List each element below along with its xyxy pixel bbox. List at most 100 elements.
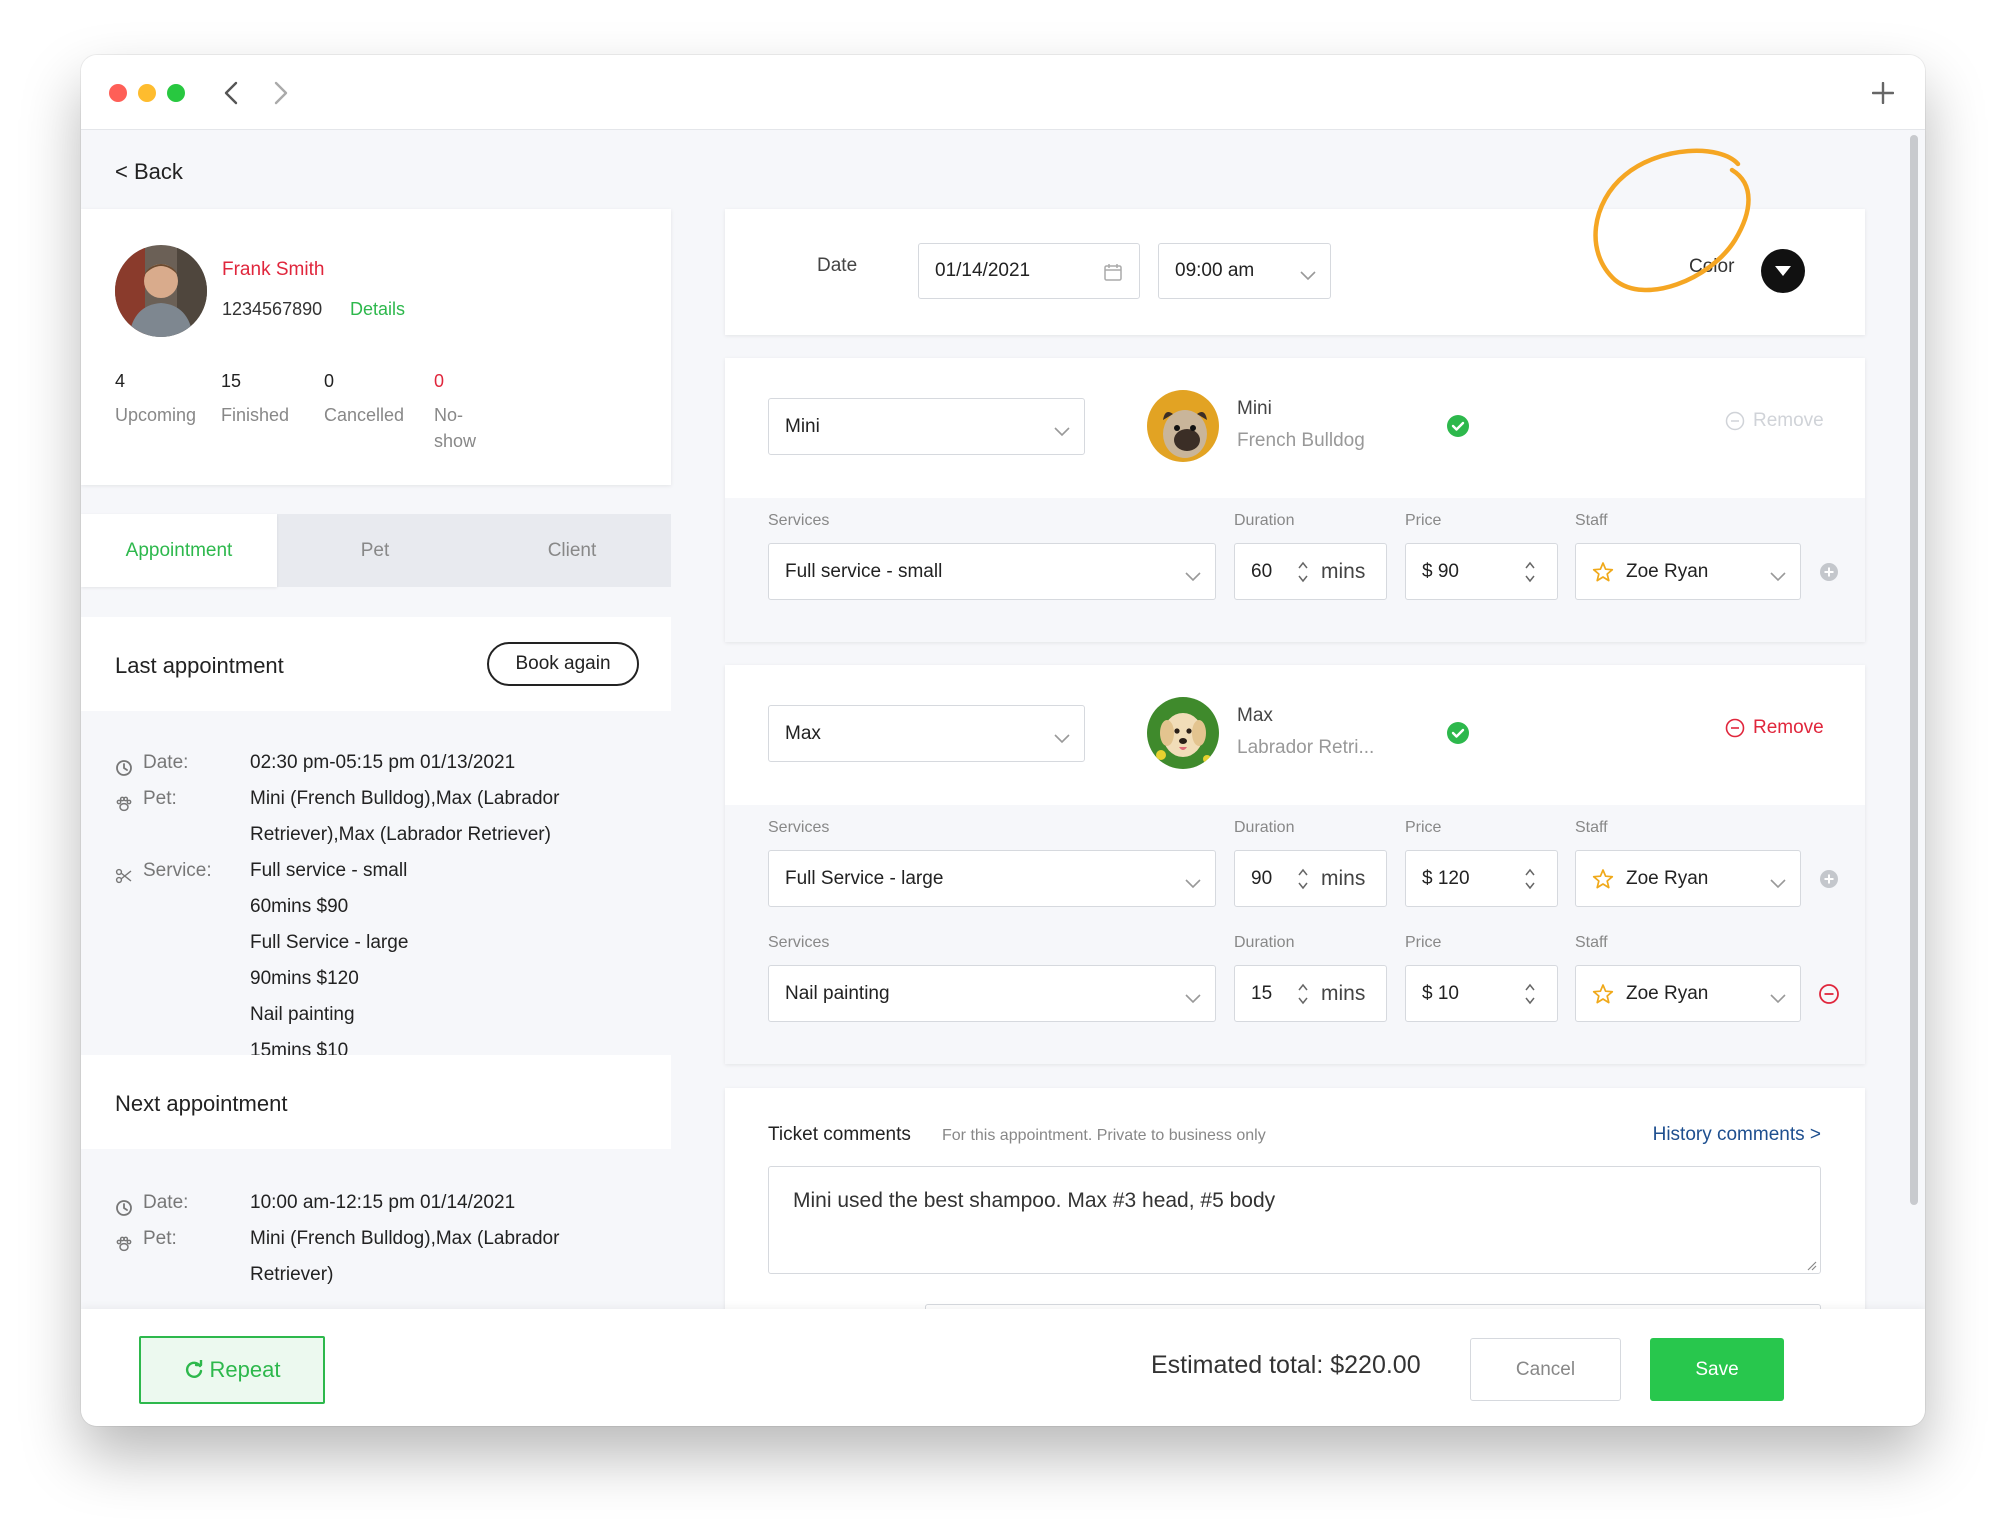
staff-select[interactable]: Zoe Ryan: [1575, 965, 1801, 1022]
staff-select[interactable]: Zoe Ryan: [1575, 850, 1801, 907]
duration-unit: mins: [1321, 981, 1366, 1005]
time-value: 09:00 am: [1175, 260, 1255, 281]
stepper-arrows-icon[interactable]: [1524, 866, 1536, 898]
new-tab-plus-icon[interactable]: [1863, 73, 1903, 113]
tab-appointment[interactable]: Appointment: [81, 514, 277, 587]
price-stepper[interactable]: $ 90: [1405, 543, 1558, 600]
time-select[interactable]: 09:00 am: [1158, 243, 1331, 299]
stepper-arrows-icon[interactable]: [1297, 559, 1309, 591]
stat-no-show-value: 0: [434, 371, 445, 391]
last-service-key: Service:: [143, 860, 212, 881]
pet-select[interactable]: Mini: [768, 398, 1085, 455]
stepper-arrows-icon[interactable]: [1524, 559, 1536, 591]
duration-stepper[interactable]: 60 mins: [1234, 543, 1387, 600]
browser-forward-icon[interactable]: [263, 75, 299, 111]
date-label: Date: [817, 255, 858, 276]
next-date-key: Date:: [143, 1192, 189, 1213]
pet-card-mini: Mini Mini French Bulldog Remove Services…: [725, 358, 1865, 642]
remove-pet-button[interactable]: Remove: [1725, 410, 1824, 432]
service-select[interactable]: Full Service - large: [768, 850, 1216, 907]
client-name[interactable]: Frank Smith: [222, 259, 324, 281]
price-stepper[interactable]: $ 120: [1405, 850, 1558, 907]
duration-value: 60: [1251, 560, 1273, 582]
service-value: Full Service - large: [785, 867, 944, 889]
chevron-down-icon: [1054, 728, 1070, 750]
back-link[interactable]: < Back: [115, 159, 183, 185]
remove-pet-label: Remove: [1753, 410, 1824, 431]
chevron-down-icon: [1770, 873, 1786, 895]
title-bar: [81, 55, 1925, 130]
last-pet-key: Pet:: [143, 788, 177, 809]
remove-service-minus-icon[interactable]: [1818, 983, 1840, 1005]
staff-column-label: Staff: [1575, 934, 1608, 951]
price-value: $ 120: [1422, 867, 1470, 889]
remove-pet-button[interactable]: Remove: [1725, 717, 1824, 739]
scrollbar-thumb[interactable]: [1910, 135, 1918, 1205]
duration-column-label: Duration: [1234, 819, 1295, 836]
duration-value: 15: [1251, 982, 1273, 1004]
repeat-label: Repeat: [209, 1357, 281, 1382]
last-date-value: 02:30 pm-05:15 pm 01/13/2021: [250, 752, 516, 773]
staff-column-label: Staff: [1575, 819, 1608, 836]
minimize-window-button[interactable]: [138, 84, 156, 102]
resize-grip-icon[interactable]: [1805, 1258, 1817, 1276]
tab-client[interactable]: Client: [474, 514, 670, 587]
price-stepper[interactable]: $ 10: [1405, 965, 1558, 1022]
calendar-icon[interactable]: [1103, 262, 1123, 288]
client-phone: 1234567890: [222, 299, 323, 319]
book-again-button[interactable]: Book again: [487, 642, 639, 686]
pet-select[interactable]: Max: [768, 705, 1085, 762]
refresh-icon: [185, 1360, 202, 1378]
next-pet-value-line1: Mini (French Bulldog),Max (Labrador: [250, 1228, 560, 1249]
stepper-arrows-icon[interactable]: [1524, 981, 1536, 1013]
pet-avatar: [1147, 390, 1219, 462]
minus-circle-icon: [1725, 411, 1745, 431]
chevron-down-icon: [1185, 566, 1201, 588]
date-picker-input[interactable]: 01/14/2021: [918, 243, 1140, 299]
next-appointment-header: Next appointment: [81, 1055, 671, 1149]
clock-icon: [115, 754, 133, 776]
stepper-arrows-icon[interactable]: [1297, 981, 1309, 1013]
duration-stepper[interactable]: 90 mins: [1234, 850, 1387, 907]
client-details-link[interactable]: Details: [350, 299, 405, 320]
cancel-button[interactable]: Cancel: [1470, 1338, 1621, 1401]
stat-cancelled-label: Cancelled: [324, 405, 405, 425]
stat-no-show: 0 No- show: [434, 371, 476, 454]
stepper-arrows-icon[interactable]: [1297, 866, 1309, 898]
add-service-plus-icon[interactable]: [1818, 868, 1840, 890]
history-comments-link[interactable]: History comments >: [1653, 1124, 1821, 1146]
paw-icon: [115, 790, 133, 812]
staff-value: Zoe Ryan: [1626, 560, 1709, 582]
service-select[interactable]: Nail painting: [768, 965, 1216, 1022]
repeat-button[interactable]: Repeat: [139, 1336, 325, 1404]
ticket-comments-textarea[interactable]: Mini used the best shampoo. Max #3 head,…: [768, 1166, 1821, 1274]
close-window-button[interactable]: [109, 84, 127, 102]
client-tabs: Appointment Pet Client: [81, 514, 671, 587]
duration-unit: mins: [1321, 866, 1366, 890]
last-service-line: 60mins $90: [250, 896, 349, 917]
service-row: Services Duration Price Staff Full servi…: [725, 498, 1865, 600]
pet-name: Max: [1237, 705, 1273, 726]
page-scrollbar[interactable]: [1907, 135, 1921, 1265]
browser-back-icon[interactable]: [213, 75, 249, 111]
tab-pet[interactable]: Pet: [277, 514, 473, 587]
staff-select[interactable]: Zoe Ryan: [1575, 543, 1801, 600]
services-column-label: Services: [768, 512, 830, 529]
duration-stepper[interactable]: 15 mins: [1234, 965, 1387, 1022]
date-value: 01/14/2021: [935, 260, 1031, 281]
price-value: $ 10: [1422, 982, 1459, 1004]
check-circle-icon: [1446, 721, 1470, 745]
service-row: Services Duration Price Staff Nail paint…: [725, 920, 1865, 1022]
save-button[interactable]: Save: [1650, 1338, 1784, 1401]
chevron-down-icon: [1185, 873, 1201, 895]
service-row: Services Duration Price Staff Full Servi…: [725, 805, 1865, 907]
chevron-down-icon: [1054, 421, 1070, 443]
stat-finished: 15 Finished: [221, 371, 289, 428]
add-service-plus-icon[interactable]: [1818, 561, 1840, 583]
last-service-line: 90mins $120: [250, 968, 359, 989]
services-column-label: Services: [768, 934, 830, 951]
maximize-window-button[interactable]: [167, 84, 185, 102]
star-icon: [1592, 561, 1614, 589]
color-picker-button[interactable]: [1761, 249, 1805, 293]
service-select[interactable]: Full service - small: [768, 543, 1216, 600]
